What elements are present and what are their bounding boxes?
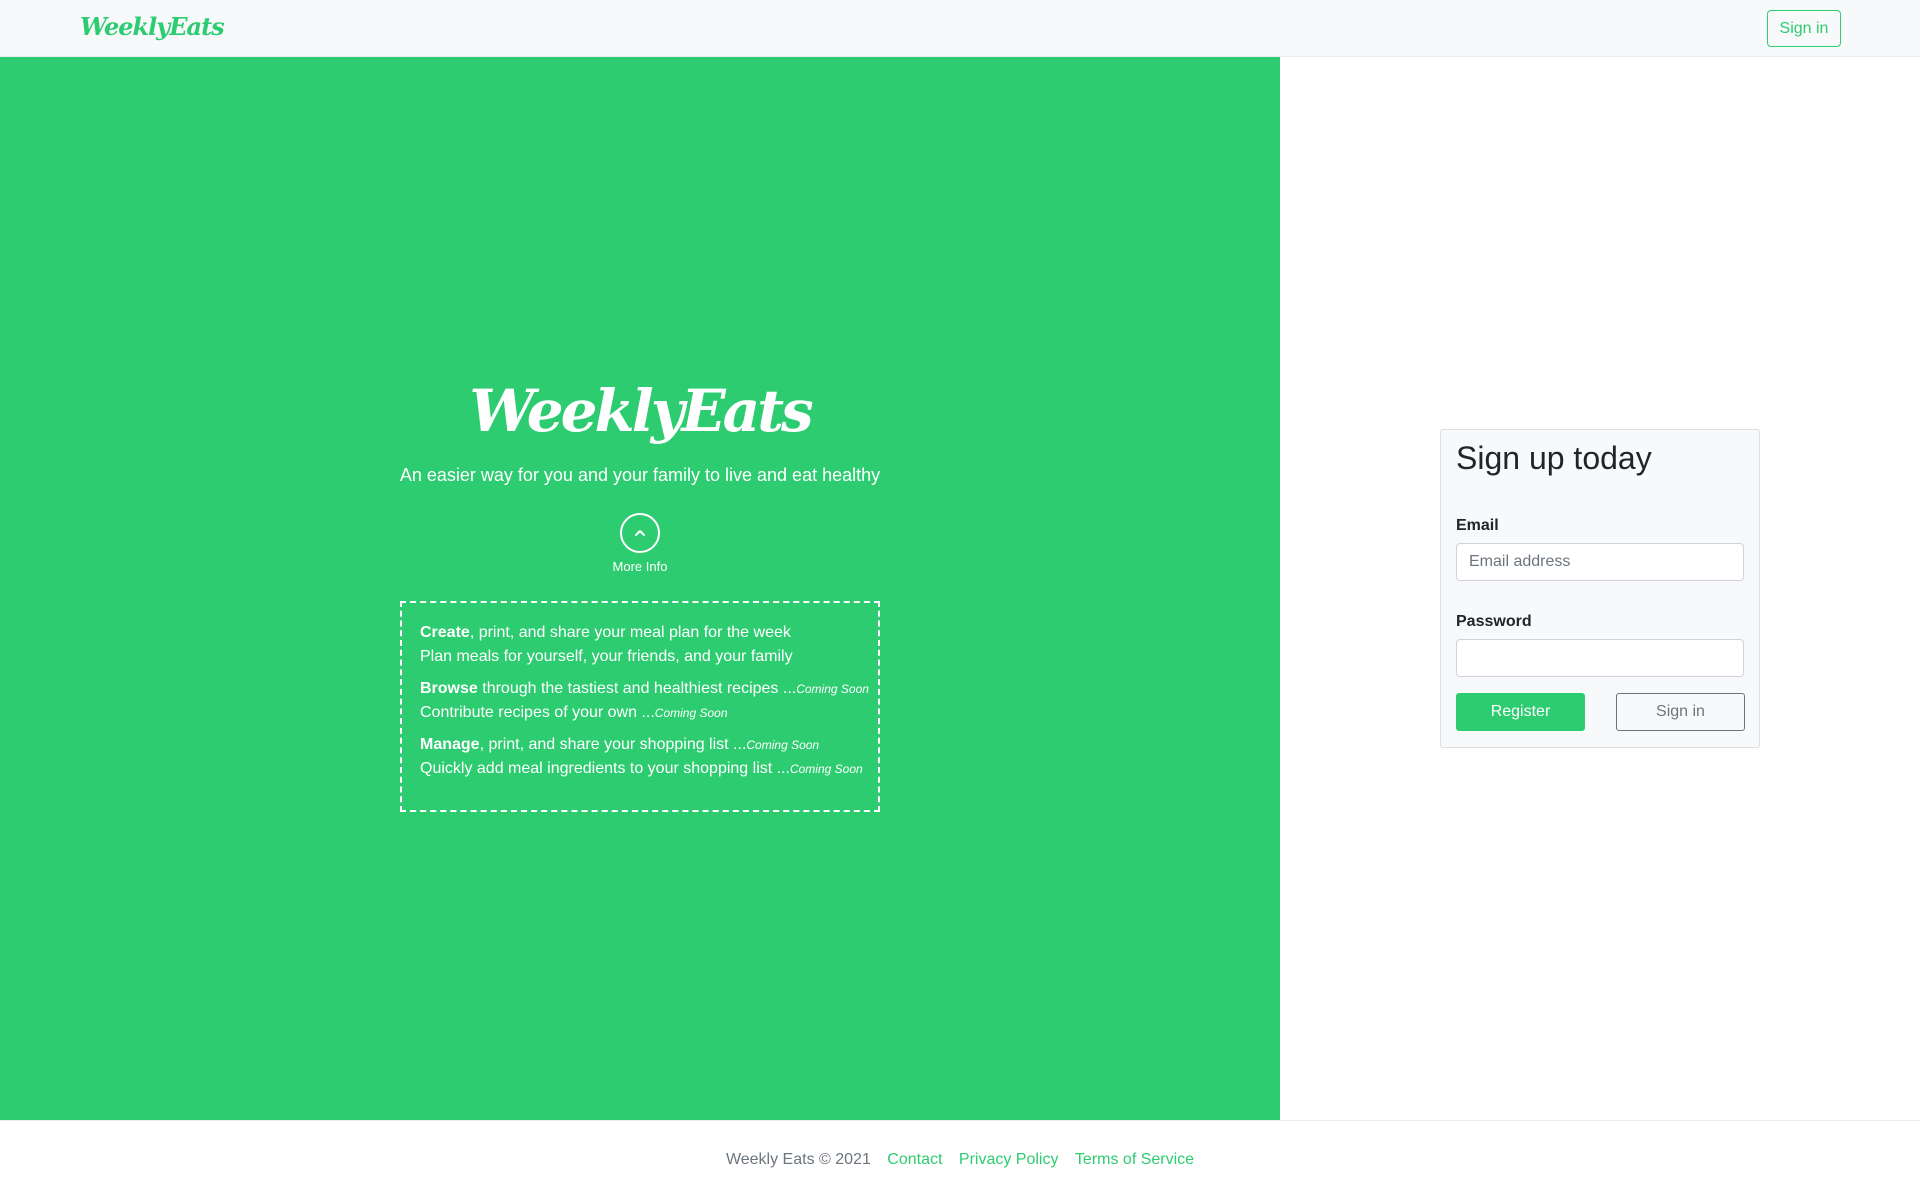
feature-keyword: Manage — [420, 736, 480, 753]
feature-text: Quickly add meal ingredients to your sho… — [420, 760, 790, 777]
more-info-button[interactable]: More Info — [600, 513, 680, 577]
feature-line: Quickly add meal ingredients to your sho… — [420, 757, 863, 781]
terms-of-service-link[interactable]: Terms of Service — [1075, 1151, 1194, 1168]
more-info-label: More Info — [612, 559, 668, 574]
signup-card: Sign up today Email Password Register Si… — [1440, 429, 1760, 748]
copyright-text: Weekly Eats © 2021 — [725, 1151, 871, 1168]
feature-line: Manage, print, and share your shopping l… — [420, 733, 860, 757]
feature-browse: Browse through the tastiest and healthie… — [420, 677, 869, 725]
password-field[interactable] — [1456, 639, 1744, 677]
brand-logo[interactable]: WeeklyEats — [80, 12, 225, 41]
password-label: Password — [1456, 613, 1532, 630]
signin-button[interactable]: Sign in — [1616, 693, 1745, 731]
feature-text: through the tastiest and healthiest reci… — [477, 680, 797, 697]
coming-soon-label: Coming Soon — [746, 738, 820, 752]
feature-line: Browse through the tastiest and healthie… — [420, 677, 869, 701]
top-navbar: WeeklyEats Sign in — [0, 0, 1920, 57]
feature-keyword: Browse — [420, 680, 478, 697]
footer-content: Weekly Eats © 2021 Contact Privacy Polic… — [0, 1151, 1920, 1169]
feature-text: , print, and share your shopping list ..… — [479, 736, 747, 753]
chevron-up-circle-icon[interactable] — [620, 513, 660, 553]
features-box: Create, print, and share your meal plan … — [400, 601, 880, 812]
feature-text: Plan meals for yourself, your friends, a… — [420, 648, 793, 665]
privacy-policy-link[interactable]: Privacy Policy — [959, 1151, 1059, 1168]
email-field[interactable] — [1456, 543, 1744, 581]
coming-soon-label: Coming Soon — [796, 682, 869, 696]
feature-line: Plan meals for yourself, your friends, a… — [420, 645, 860, 669]
hero-section: WeeklyEats An easier way for you and you… — [0, 57, 1280, 1120]
feature-text: , print, and share your meal plan for th… — [469, 624, 791, 641]
feature-line: Contribute recipes of your own ...Coming… — [420, 701, 860, 725]
chevron-up-icon — [635, 530, 645, 536]
coming-soon-label: Coming Soon — [654, 706, 728, 720]
feature-line: Create, print, and share your meal plan … — [420, 621, 860, 645]
nav-signin-button[interactable]: Sign in — [1767, 10, 1841, 47]
feature-text: Contribute recipes of your own ... — [420, 704, 655, 721]
hero-title: WeeklyEats — [469, 377, 813, 445]
feature-create: Create, print, and share your meal plan … — [420, 621, 860, 669]
contact-link[interactable]: Contact — [887, 1151, 942, 1168]
email-label: Email — [1456, 517, 1499, 534]
coming-soon-label: Coming Soon — [789, 762, 863, 776]
page-footer: Weekly Eats © 2021 Contact Privacy Polic… — [0, 1120, 1920, 1200]
register-button[interactable]: Register — [1456, 693, 1585, 731]
signup-title: Sign up today — [1456, 440, 1652, 476]
hero-tagline: An easier way for you and your family to… — [399, 465, 881, 485]
feature-keyword: Create — [420, 624, 470, 641]
feature-manage: Manage, print, and share your shopping l… — [420, 733, 863, 781]
